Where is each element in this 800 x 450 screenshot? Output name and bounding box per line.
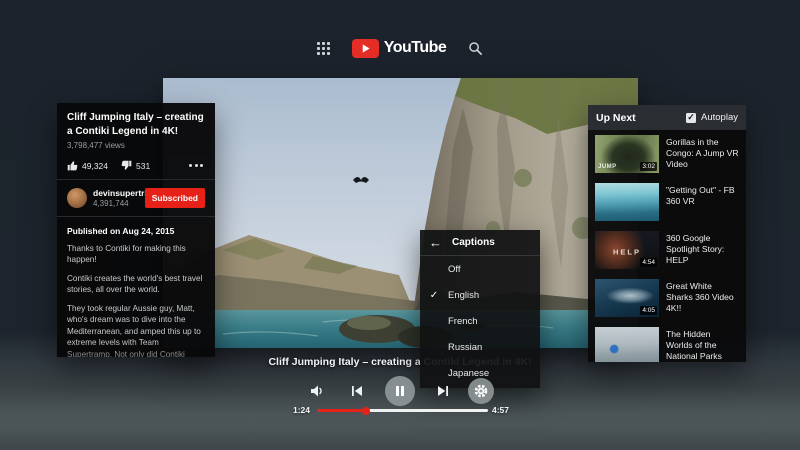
video-thumbnail-beach [595,183,659,221]
description-paragraph: Contiki creates the world's best travel … [67,273,205,296]
duration-badge: 3:02 [640,162,657,171]
up-next-item-title: 360 Google Spotlight Story: HELP [666,231,739,269]
youtube-vr-app: YouTube [0,0,800,450]
playback-controls [0,376,800,406]
channel-row[interactable]: devinsupertramp 4,391,744 Subscribed [67,188,205,208]
video-description: Thanks to Contiki for making this happen… [67,243,205,357]
video-frame-cliff-scene [163,78,638,348]
gear-icon [473,383,489,399]
volume-icon[interactable] [308,382,326,400]
caption-option-label: Russian [448,342,482,353]
thumbs-up-icon [67,160,78,171]
up-next-item[interactable]: JUMP 3:02 Gorillas in the Congo: A Jump … [588,130,746,178]
previous-icon[interactable] [348,382,366,400]
up-next-item-title: Great White Sharks 360 Video 4K!! [666,279,739,317]
video-player[interactable] [163,78,638,348]
caption-option-label: Off [448,264,461,275]
up-next-panel: Up Next ✓ Autoplay JUMP 3:02 Gorillas in… [588,105,746,362]
autoplay-label: Autoplay [701,112,738,123]
captions-menu-title: Captions [452,237,495,248]
subscribed-button[interactable]: Subscribed [145,188,205,208]
search-icon[interactable] [468,41,483,56]
back-arrow-icon[interactable]: ← [429,236,442,249]
progress-bar[interactable] [318,409,488,412]
thumbs-down-icon [121,160,132,171]
duration-badge: 4:05 [640,306,657,315]
up-next-item-title: Gorillas in the Congo: A Jump VR Video [666,135,739,173]
up-next-item[interactable]: "Getting Out" - FB 360 VR [588,178,746,226]
channel-avatar [67,188,87,208]
youtube-play-icon [352,39,379,58]
dislike-count: 531 [136,161,150,171]
video-title: Cliff Jumping Italy – creating a Contiki… [67,111,205,138]
like-count: 49,324 [82,161,108,171]
divider [57,179,215,180]
divider [57,216,215,217]
video-thumbnail-shark: 4:05 [595,279,659,317]
captions-menu-header[interactable]: ← Captions [420,230,540,256]
caption-option-russian[interactable]: Russian [420,334,540,360]
video-thumbnail-help: HELP 4:54 [595,231,659,269]
progress-row: 1:24 4:57 [0,404,800,418]
autoplay-checkbox-icon[interactable]: ✓ [686,113,696,123]
check-icon: ✓ [420,290,448,301]
subscriber-count: 4,391,744 [93,199,139,208]
thumbnail-watermark: HELP [613,247,641,256]
description-paragraph: They took regular Aussie guy, Matt, who'… [67,303,205,357]
video-actions-row: 49,324 531 [67,160,205,171]
pause-icon [394,385,406,397]
youtube-logo[interactable]: YouTube [352,39,447,58]
caption-option-off[interactable]: Off [420,256,540,282]
settings-button[interactable] [468,378,494,404]
video-info-panel: Cliff Jumping Italy – creating a Contiki… [57,103,215,357]
more-options-icon[interactable] [187,162,205,169]
progress-fill [318,409,366,412]
next-icon[interactable] [434,382,452,400]
captions-menu: ← Captions Off ✓ English French Russian … [420,230,540,388]
autoplay-toggle[interactable]: ✓ Autoplay [686,112,738,123]
caption-option-english[interactable]: ✓ English [420,282,540,308]
like-button[interactable]: 49,324 [67,160,108,171]
caption-option-french[interactable]: French [420,308,540,334]
youtube-logo-text: YouTube [384,39,447,57]
elapsed-time: 1:24 [293,405,310,415]
pause-button[interactable] [385,376,415,406]
duration-badge: 4:54 [640,258,657,267]
view-count: 3,798,477 views [67,141,205,150]
caption-option-label: English [448,290,479,301]
player-overlay-title: Cliff Jumping Italy – creating a Contiki… [0,356,800,368]
caption-option-label: French [448,316,478,327]
thumbnail-watermark: JUMP [598,164,617,170]
total-duration: 4:57 [492,405,509,415]
up-next-title: Up Next [596,112,636,124]
up-next-item[interactable]: 4:05 Great White Sharks 360 Video 4K!! [588,274,746,322]
scrubber-handle[interactable] [362,407,370,415]
apps-grid-icon[interactable] [317,42,330,55]
channel-meta: devinsupertramp 4,391,744 [93,188,139,208]
up-next-item[interactable]: HELP 4:54 360 Google Spotlight Story: HE… [588,226,746,274]
description-paragraph: Thanks to Contiki for making this happen… [67,243,205,266]
up-next-item-title: "Getting Out" - FB 360 VR [666,183,739,221]
channel-name: devinsupertramp [93,188,139,198]
dislike-button[interactable]: 531 [121,160,150,171]
up-next-header: Up Next ✓ Autoplay [588,105,746,130]
video-thumbnail-gorilla: JUMP 3:02 [595,135,659,173]
publish-date: Published on Aug 24, 2015 [67,226,205,236]
top-bar: YouTube [0,36,800,60]
